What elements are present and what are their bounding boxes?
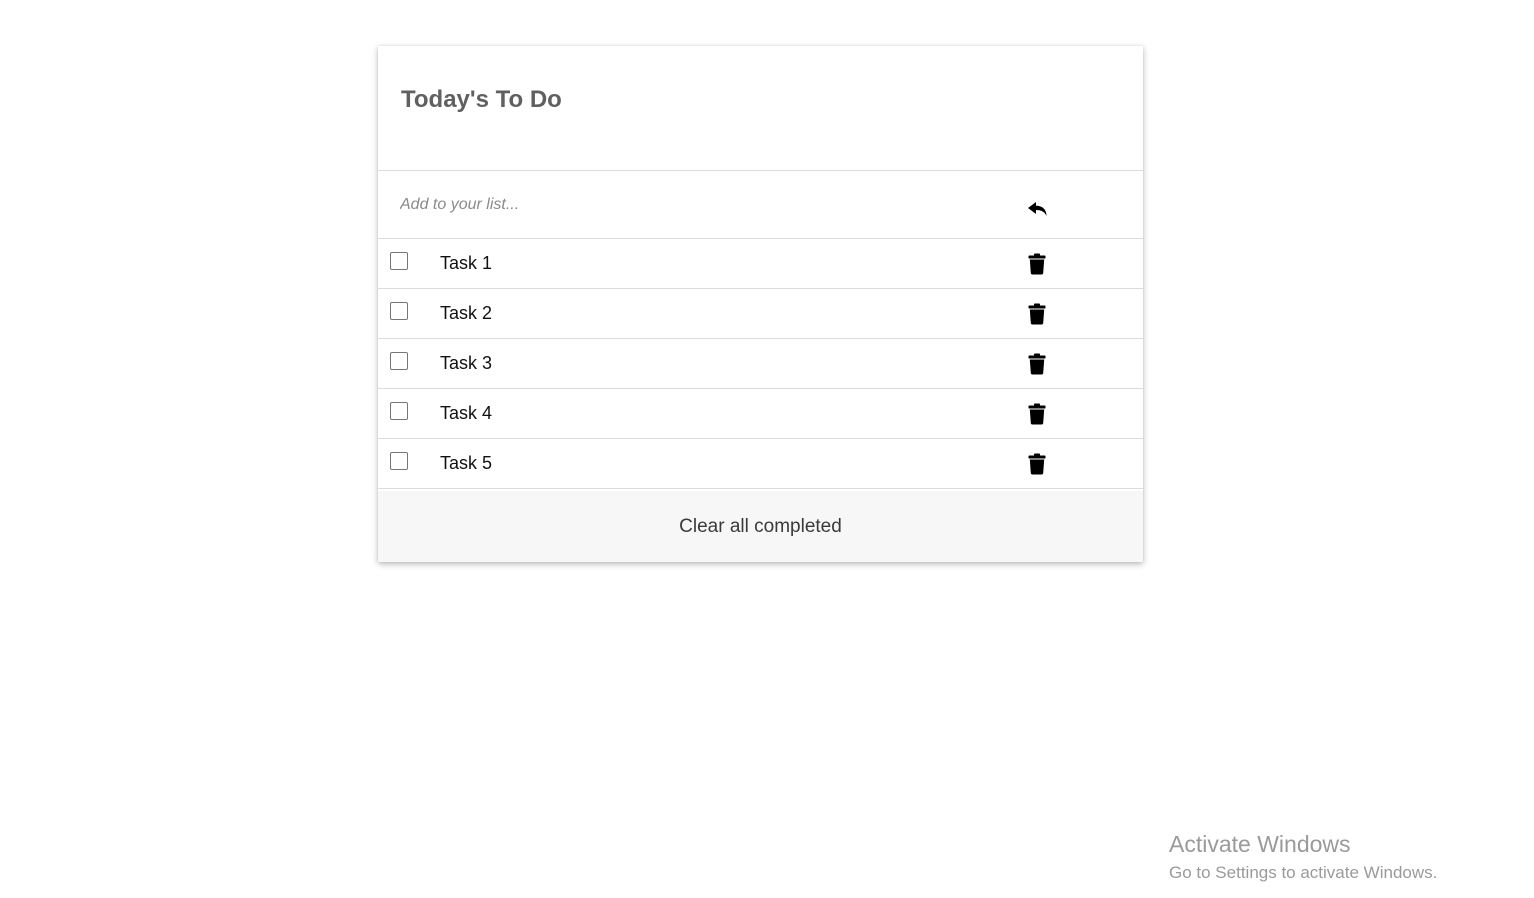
- add-task-row: [378, 171, 1143, 239]
- task-label: Task 4: [440, 403, 493, 423]
- task-row: Task 4: [378, 389, 1143, 439]
- add-task-input[interactable]: [400, 191, 980, 219]
- trash-icon: [1028, 303, 1046, 325]
- undo-arrow-icon: [1028, 202, 1047, 216]
- task-checkbox[interactable]: [390, 252, 408, 270]
- task-label: Task 2: [440, 303, 493, 323]
- task-label: Task 5: [440, 453, 493, 473]
- trash-icon: [1028, 403, 1046, 425]
- windows-activation-watermark: Activate Windows Go to Settings to activ…: [1169, 830, 1437, 888]
- task-label: Task 1: [440, 253, 493, 273]
- trash-icon: [1028, 453, 1046, 475]
- task-checkbox[interactable]: [390, 302, 408, 320]
- delete-task-button[interactable]: [1028, 303, 1048, 325]
- task-row: Task 5: [378, 439, 1143, 489]
- trash-icon: [1028, 353, 1046, 375]
- task-list: Task 1 Task 2 Task 3 Task 4 Task 5: [378, 239, 1143, 489]
- delete-task-button[interactable]: [1028, 253, 1048, 275]
- trash-icon: [1028, 253, 1046, 275]
- task-label: Task 3: [440, 353, 493, 373]
- clear-completed-button[interactable]: Clear all completed: [679, 516, 842, 538]
- todo-header: Today's To Do: [378, 46, 1143, 171]
- task-row: Task 3: [378, 339, 1143, 389]
- task-checkbox[interactable]: [390, 402, 408, 420]
- delete-task-button[interactable]: [1028, 453, 1048, 475]
- task-checkbox[interactable]: [390, 352, 408, 370]
- watermark-subtitle: Go to Settings to activate Windows.: [1169, 863, 1438, 882]
- task-checkbox[interactable]: [390, 452, 408, 470]
- delete-task-button[interactable]: [1028, 353, 1048, 375]
- task-row: Task 1: [378, 239, 1143, 289]
- undo-button[interactable]: [1026, 197, 1052, 223]
- task-row: Task 2: [378, 289, 1143, 339]
- page-title: Today's To Do: [401, 86, 562, 113]
- todo-card: Today's To Do Task 1 Task 2: [378, 46, 1143, 562]
- delete-task-button[interactable]: [1028, 403, 1048, 425]
- watermark-title: Activate Windows: [1169, 831, 1351, 857]
- todo-footer: Clear all completed: [378, 491, 1143, 562]
